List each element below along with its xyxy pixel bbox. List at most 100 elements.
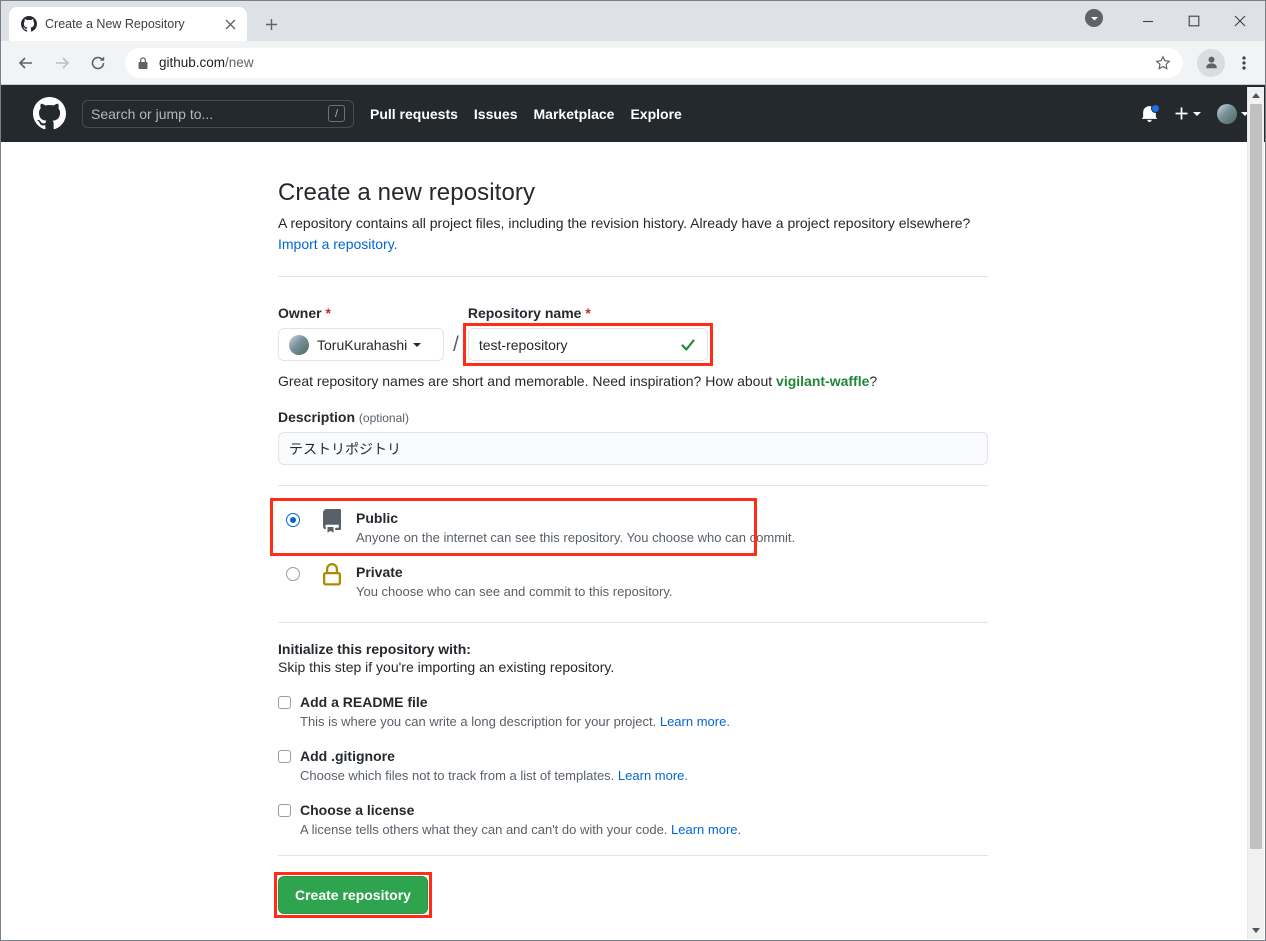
- learn-more-link[interactable]: Learn more.: [660, 714, 730, 729]
- reload-icon[interactable]: [81, 46, 115, 80]
- learn-more-link[interactable]: Learn more.: [618, 768, 688, 783]
- initialize-subtitle: Skip this step if you're importing an ex…: [278, 659, 615, 675]
- option-readme: Add a README file This is where you can …: [278, 694, 988, 729]
- description-value: テストリポジトリ: [289, 440, 401, 457]
- user-avatar[interactable]: [1217, 103, 1249, 124]
- close-icon[interactable]: [221, 15, 239, 33]
- option-gitignore: Add .gitignore Choose which files not to…: [278, 748, 988, 783]
- required-asterisk: *: [325, 305, 331, 321]
- slash-separator: /: [453, 333, 459, 356]
- option-gitignore-row[interactable]: Add .gitignore: [278, 748, 988, 764]
- back-arrow-icon[interactable]: [9, 46, 43, 80]
- search-slash-key: /: [328, 105, 345, 122]
- description-label: Description (optional): [278, 409, 988, 425]
- avatar-image: [1217, 103, 1237, 124]
- chevron-down-icon: [1193, 111, 1201, 116]
- search-placeholder: Search or jump to...: [91, 105, 214, 122]
- hint-prefix: Great repository names are short and mem…: [278, 373, 777, 389]
- option-gitignore-desc-text: Choose which files not to track from a l…: [300, 768, 618, 783]
- visibility-option-public[interactable]: Public Anyone on the internet can see th…: [278, 500, 988, 554]
- scroll-up-arrow[interactable]: [1248, 87, 1264, 104]
- option-license-desc: A license tells others what they can and…: [300, 822, 988, 837]
- browser-toolbar: github.com/new: [1, 41, 1265, 85]
- checkbox-readme[interactable]: [278, 695, 291, 709]
- description-optional-note: (optional): [358, 411, 409, 425]
- owner-avatar: [289, 334, 309, 355]
- option-readme-desc-text: This is where you can write a long descr…: [300, 714, 660, 729]
- browser-tab[interactable]: Create a New Repository: [9, 7, 247, 41]
- browser-tab-title: Create a New Repository: [45, 17, 185, 31]
- repository-name-field: Repository name * test-repository: [467, 305, 708, 361]
- star-icon[interactable]: [1155, 54, 1171, 71]
- new-repo-form: Create a new repository A repository con…: [278, 142, 988, 914]
- repository-name-input[interactable]: test-repository: [467, 328, 708, 361]
- maximize-button[interactable]: [1171, 5, 1217, 37]
- option-readme-row[interactable]: Add a README file: [278, 694, 988, 710]
- suggested-name: vigilant-waffle: [776, 373, 870, 389]
- import-repository-link[interactable]: Import a repository.: [278, 236, 398, 252]
- visibility-public-text: Public Anyone on the internet can see th…: [356, 509, 988, 545]
- page-intro-text: A repository contains all project files,…: [278, 215, 971, 231]
- owner-dropdown[interactable]: ToruKurahashi: [278, 328, 444, 361]
- scrollbar-thumb[interactable]: [1250, 104, 1262, 849]
- repository-name-hint: Great repository names are short and mem…: [278, 373, 988, 389]
- chevron-down-icon: [413, 342, 422, 347]
- repository-name-value: test-repository: [478, 336, 568, 353]
- forward-arrow-icon[interactable]: [45, 46, 79, 80]
- lock-icon: [320, 563, 344, 587]
- browser-tab-strip: Create a New Repository: [1, 1, 1265, 41]
- checkbox-gitignore[interactable]: [278, 749, 291, 763]
- learn-more-link[interactable]: Learn more.: [671, 822, 741, 837]
- owner-name: ToruKurahashi: [317, 336, 408, 353]
- plus-icon[interactable]: [1174, 106, 1201, 121]
- minimize-button[interactable]: [1125, 5, 1171, 37]
- github-header-actions: [1141, 103, 1249, 124]
- radio-private[interactable]: [286, 567, 300, 581]
- description-input[interactable]: テストリポジトリ: [278, 432, 988, 465]
- github-icon: [21, 16, 37, 32]
- owner-label-text: Owner: [278, 305, 322, 321]
- nav-marketplace[interactable]: Marketplace: [534, 106, 615, 122]
- owner-and-name-row: Owner * ToruKurahashi . / Repository nam…: [278, 305, 988, 361]
- scroll-down-arrow[interactable]: [1248, 922, 1264, 939]
- visibility-option-private[interactable]: Private You choose who can see and commi…: [278, 554, 988, 608]
- three-dot-menu-icon[interactable]: [1231, 47, 1257, 79]
- search-input[interactable]: Search or jump to... /: [82, 99, 354, 128]
- initialize-title: Initialize this repository with:: [278, 641, 471, 657]
- scrollbar-track[interactable]: [1248, 104, 1264, 922]
- repository-name-label-text: Repository name: [467, 305, 582, 321]
- option-license: Choose a license A license tells others …: [278, 802, 988, 837]
- url-path: /new: [225, 55, 254, 70]
- url-host: github.com: [159, 55, 226, 70]
- github-mark-icon[interactable]: [33, 97, 66, 130]
- page-scrollbar[interactable]: [1247, 87, 1264, 939]
- address-bar[interactable]: github.com/new: [125, 47, 1183, 78]
- browser-window: Create a New Repository github.com/new S…: [0, 0, 1266, 941]
- new-tab-button[interactable]: [257, 10, 285, 38]
- notification-dot: [1151, 104, 1160, 113]
- visibility-private-text: Private You choose who can see and commi…: [356, 563, 988, 599]
- page-title: Create a new repository: [278, 179, 536, 206]
- option-license-desc-text: A license tells others what they can and…: [300, 822, 672, 837]
- radio-public[interactable]: [286, 513, 300, 527]
- option-readme-desc: This is where you can write a long descr…: [300, 714, 988, 729]
- visibility-private-desc: You choose who can see and commit to thi…: [356, 584, 673, 599]
- page-content: Create a new repository A repository con…: [1, 142, 1265, 940]
- profile-avatar-icon[interactable]: [1197, 48, 1225, 77]
- checkbox-license[interactable]: [278, 803, 291, 817]
- required-asterisk: *: [585, 305, 591, 321]
- close-window-button[interactable]: [1217, 5, 1263, 37]
- hint-suffix: ?: [869, 373, 878, 389]
- repo-book-icon: [320, 509, 344, 533]
- update-chevron-icon[interactable]: [1085, 9, 1103, 27]
- lock-icon: [137, 56, 149, 70]
- repository-name-label: Repository name *: [468, 305, 708, 321]
- bell-icon[interactable]: [1141, 104, 1160, 122]
- option-license-row[interactable]: Choose a license: [278, 802, 988, 818]
- nav-explore[interactable]: Explore: [630, 106, 681, 122]
- divider: [278, 485, 988, 486]
- nav-issues[interactable]: Issues: [474, 106, 518, 122]
- submit-area: Create repository: [278, 876, 428, 914]
- nav-pull-requests[interactable]: Pull requests: [370, 106, 458, 122]
- create-repository-button[interactable]: Create repository: [278, 876, 428, 914]
